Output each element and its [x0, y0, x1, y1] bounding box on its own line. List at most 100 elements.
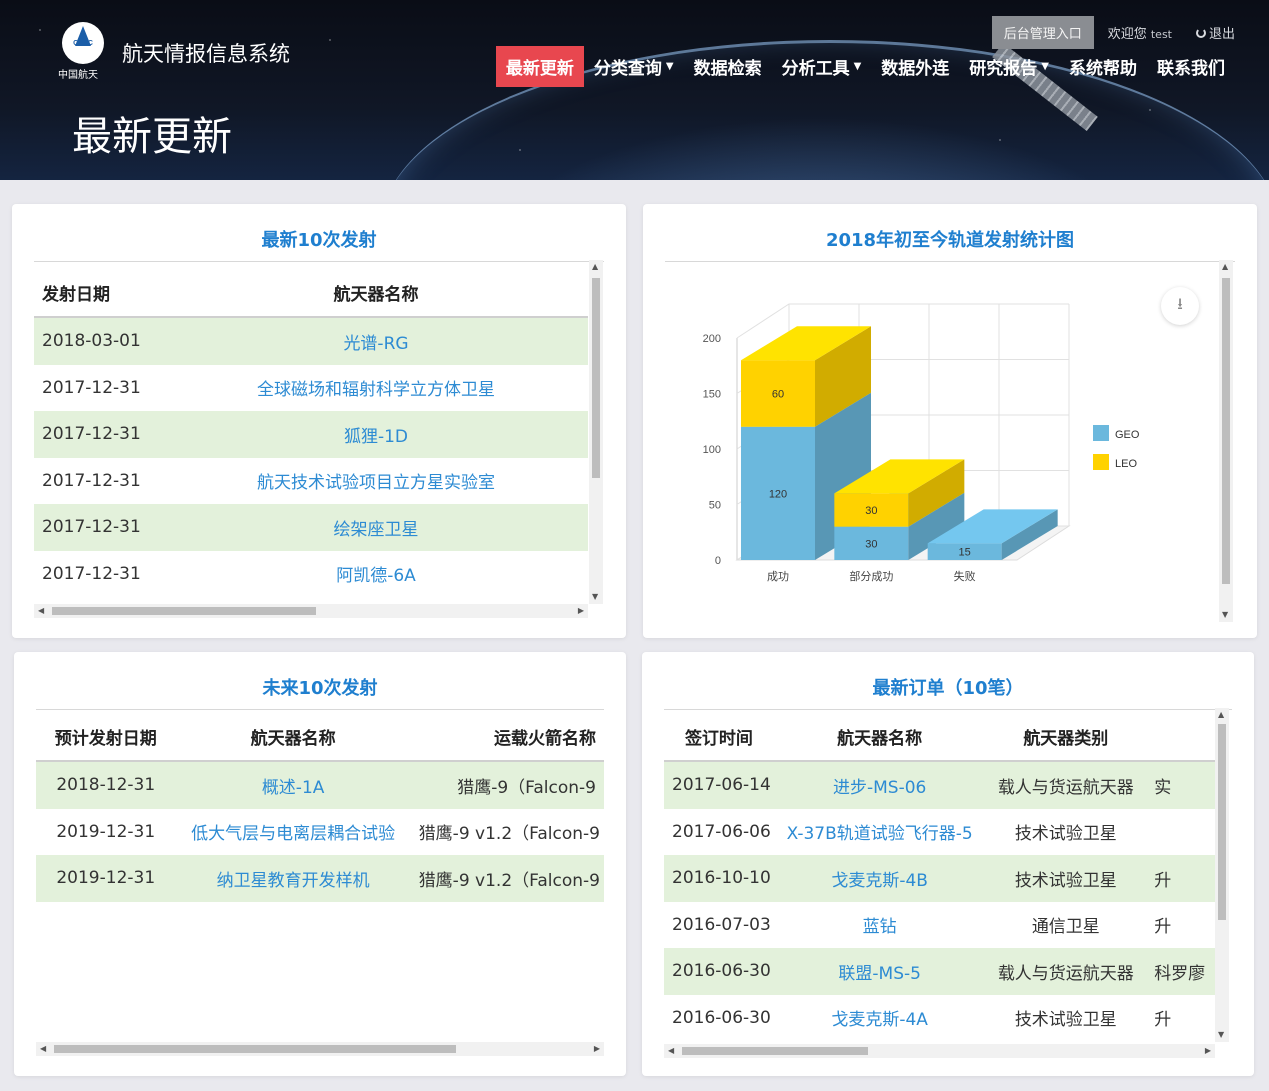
scroll-left-arrow[interactable]: ◀	[668, 1047, 674, 1055]
column-header[interactable]: 预计发射日期	[36, 724, 176, 749]
table-row[interactable]: 2017-12-31 狐狸-1D	[34, 411, 588, 458]
table-header-row: 预计发射日期 航天器名称 运载火箭名称	[36, 712, 604, 762]
scroll-right-arrow[interactable]: ▶	[1205, 1047, 1211, 1055]
table-row[interactable]: 2017-12-31 绘架座卫星	[34, 504, 588, 551]
latest-launches-table: 发射日期 航天器名称 2018-03-01 光谱-RG 2017-12-31 全球磁场和辐…	[34, 268, 588, 610]
spacecraft-link[interactable]: 联盟-MS-5	[774, 959, 986, 984]
scrollbar-thumb[interactable]	[1218, 724, 1226, 920]
nav-item-label: 分析工具	[781, 59, 850, 79]
legend-label[interactable]: LEO	[1115, 458, 1137, 470]
table-header-row: 发射日期 航天器名称	[34, 268, 588, 318]
vertical-scrollbar[interactable]: ▲ ▼	[1215, 708, 1229, 1042]
casc-logo[interactable]: CASC 中国航天	[58, 22, 108, 81]
table-cell: 2017-12-31	[42, 424, 141, 445]
scroll-right-arrow[interactable]: ▶	[594, 1045, 600, 1053]
scroll-down-arrow[interactable]: ▼	[1218, 1031, 1224, 1039]
table-row[interactable]: 2017-06-14 进步-MS-06 载人与货运航天器实	[664, 762, 1215, 809]
scroll-up-arrow[interactable]: ▲	[592, 263, 598, 271]
column-header[interactable]: 运载火箭名称	[411, 724, 604, 749]
legend-swatch-geo[interactable]	[1093, 425, 1109, 441]
scroll-right-arrow[interactable]: ▶	[578, 607, 584, 615]
spacecraft-link[interactable]: 蓝钻	[774, 912, 986, 937]
nav-item-5[interactable]: 研究报告 ▼	[959, 46, 1059, 87]
table-row[interactable]: 2016-10-10 戈麦克斯-4B 技术试验卫星 升	[664, 855, 1215, 902]
y-tick-label: 100	[703, 444, 721, 456]
column-header[interactable]: 航天器名称	[176, 724, 411, 749]
table-row[interactable]: 2019-12-31 低大气层与电离层耦合试验 猎鹰-9 v1.2（Falcon-9	[36, 809, 604, 856]
column-header[interactable]: 签订时间	[664, 724, 774, 749]
spacecraft-link[interactable]: 进步-MS-06	[774, 773, 986, 798]
scroll-up-arrow[interactable]: ▲	[1222, 263, 1228, 271]
table-row[interactable]: 2016-06-30 戈麦克斯-4A 技术试验卫星 升	[664, 995, 1215, 1035]
data-label: 30	[865, 538, 877, 550]
casc-logo-icon: CASC	[62, 22, 104, 64]
horizontal-scrollbar[interactable]: ◀ ▶	[34, 604, 588, 618]
legend-swatch-leo[interactable]	[1093, 454, 1109, 470]
spacecraft-link[interactable]: 航天技术试验项目立方星实验室	[164, 468, 588, 493]
vertical-scrollbar[interactable]: ▲ ▼	[589, 260, 603, 604]
nav-item-4[interactable]: 数据外连	[871, 46, 959, 87]
spacecraft-link[interactable]: 戈麦克斯-4A	[774, 1005, 986, 1030]
column-header[interactable]: 航天器名称	[774, 724, 986, 749]
scroll-down-arrow[interactable]: ▼	[592, 593, 598, 601]
column-header[interactable]: 发射日期	[34, 280, 164, 305]
spacecraft-link[interactable]: 狐狸-1D	[164, 422, 588, 447]
scrollbar-thumb[interactable]	[592, 278, 600, 478]
vertical-scrollbar[interactable]: ▲ ▼	[1219, 260, 1233, 622]
table-cell: 2016-10-10	[672, 868, 771, 889]
nav-item-1[interactable]: 分类查询 ▼	[584, 46, 684, 87]
scroll-down-arrow[interactable]: ▼	[1222, 611, 1228, 619]
horizontal-scrollbar[interactable]: ◀ ▶	[36, 1042, 604, 1056]
table-row[interactable]: 2017-12-31 全球磁场和辐射科学立方体卫星	[34, 365, 588, 412]
table-row[interactable]: 2017-12-31 航天技术试验项目立方星实验室	[34, 458, 588, 505]
spacecraft-link[interactable]: 纳卫星教育开发样机	[176, 866, 411, 891]
scroll-left-arrow[interactable]: ◀	[40, 1045, 46, 1053]
legend-label[interactable]: GEO	[1115, 429, 1140, 441]
scrollbar-thumb[interactable]	[1222, 278, 1230, 584]
table-row[interactable]: 2018-12-31 概述-1A 猎鹰-9（Falcon-9	[36, 762, 604, 809]
table-cell: 2018-03-01	[42, 331, 141, 352]
scroll-left-arrow[interactable]: ◀	[38, 607, 44, 615]
top-utility-bar: 后台管理入口 欢迎您 test 退出	[991, 16, 1235, 49]
panel-title: 最新10次发射	[34, 226, 604, 262]
logo-text: 中国航天	[58, 70, 98, 81]
page-header: CASC 中国航天 航天情报信息系统 后台管理入口 欢迎您 test 退出 最新…	[0, 0, 1269, 180]
table-cell: 2017-12-31	[42, 377, 141, 398]
spacecraft-link[interactable]: 概述-1A	[176, 773, 411, 798]
table-cell: 科罗廖	[1154, 963, 1206, 984]
table-row[interactable]: 2017-12-31 阿凯德-6A	[34, 551, 588, 598]
table-row[interactable]: 2016-06-30 联盟-MS-5 载人与货运航天器 科罗廖	[664, 948, 1215, 995]
spacecraft-link[interactable]: 全球磁场和辐射科学立方体卫星	[164, 375, 588, 400]
orbit-stat-chart: 0 50 100 150 200 120 60 30 30 15 成功 部分成功 失败 GEO LEO	[703, 303, 1140, 583]
nav-item-3[interactable]: 分析工具 ▼	[772, 46, 872, 87]
nav-item-6[interactable]: 系统帮助	[1059, 46, 1147, 87]
column-header[interactable]: 航天器名称	[164, 280, 588, 305]
column-header[interactable]: 航天器类别	[985, 724, 1146, 749]
nav-item-label: 数据外连	[881, 59, 950, 79]
spacecraft-link[interactable]: 阿凯德-6A	[164, 561, 588, 586]
scrollbar-thumb[interactable]	[682, 1047, 868, 1055]
logo-badge: CASC	[73, 39, 93, 47]
scroll-up-arrow[interactable]: ▲	[1218, 711, 1224, 719]
spacecraft-link[interactable]: 光谱-RG	[164, 329, 588, 354]
table-cell: 技术试验卫星	[1014, 1010, 1117, 1031]
horizontal-scrollbar[interactable]: ◀ ▶	[664, 1044, 1215, 1058]
welcome-label: 欢迎您	[1107, 27, 1147, 42]
logout-link[interactable]: 退出	[1195, 23, 1235, 42]
nav-item-7[interactable]: 联系我们	[1147, 46, 1235, 87]
nav-item-2[interactable]: 数据检索	[684, 46, 772, 87]
admin-entry-button[interactable]: 后台管理入口	[991, 16, 1094, 49]
nav-item-0[interactable]: 最新更新	[495, 46, 584, 87]
table-row[interactable]: 2016-07-03 蓝钻 通信卫星 升	[664, 902, 1215, 949]
spacecraft-link[interactable]: 戈麦克斯-4B	[774, 866, 986, 891]
spacecraft-link[interactable]: X-37B轨道试验飞行器-5	[774, 819, 986, 844]
table-row[interactable]: 2017-06-06 X-37B轨道试验飞行器-5 技术试验卫星	[664, 809, 1215, 856]
scrollbar-thumb[interactable]	[52, 607, 316, 615]
table-row[interactable]: 2019-12-31 纳卫星教育开发样机 猎鹰-9 v1.2（Falcon-9	[36, 855, 604, 902]
spacecraft-link[interactable]: 绘架座卫星	[164, 515, 588, 540]
table-row[interactable]: 2018-03-01 光谱-RG	[34, 318, 588, 365]
scrollbar-thumb[interactable]	[54, 1045, 456, 1053]
y-tick-label: 0	[715, 555, 721, 567]
table-cell: 升	[1154, 870, 1172, 891]
spacecraft-link[interactable]: 低大气层与电离层耦合试验	[176, 819, 411, 844]
